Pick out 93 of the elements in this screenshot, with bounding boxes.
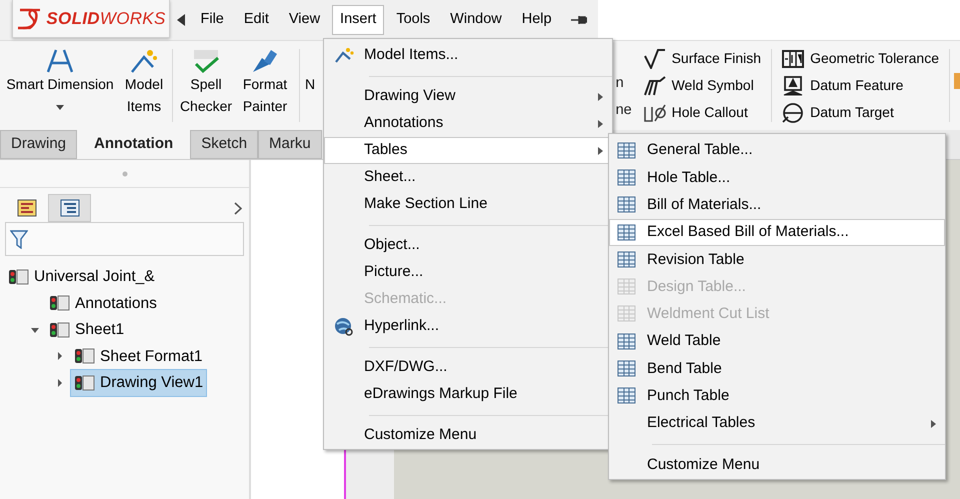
table-icon bbox=[617, 277, 637, 298]
pin-icon bbox=[570, 15, 587, 25]
menu-item[interactable]: Picture... bbox=[324, 259, 612, 286]
table-icon bbox=[617, 386, 637, 406]
menu-item[interactable]: Excel Based Bill of Materials... bbox=[609, 218, 945, 246]
menu-item[interactable]: Sheet... bbox=[324, 164, 612, 191]
property-list-icon bbox=[60, 199, 80, 217]
submenu-arrow-icon bbox=[598, 120, 603, 128]
document-icon bbox=[49, 320, 70, 340]
annotation-icon bbox=[644, 76, 666, 96]
menu-item[interactable]: Window bbox=[442, 5, 510, 35]
menu-item[interactable]: Tools bbox=[388, 5, 438, 35]
tool-icon bbox=[131, 49, 157, 73]
menu-item[interactable]: Insert bbox=[332, 5, 384, 35]
feature-tree-icon bbox=[16, 199, 36, 217]
annotation-icon bbox=[782, 48, 804, 68]
annotation-icon bbox=[644, 102, 666, 122]
menu-item[interactable]: Drawing View bbox=[324, 83, 612, 110]
ribbon-button[interactable]: Hole Callout bbox=[644, 102, 762, 123]
annotation-icon bbox=[782, 102, 804, 122]
tool-icon bbox=[252, 49, 278, 73]
menu-item[interactable]: Customize Menu bbox=[609, 451, 945, 479]
table-icon bbox=[617, 168, 637, 188]
menu-item[interactable]: Electrical Tables bbox=[609, 410, 945, 438]
submenu-arrow-icon bbox=[598, 92, 603, 100]
document-icon bbox=[8, 266, 29, 287]
tab[interactable]: Annotation bbox=[77, 130, 190, 159]
submenu-arrow-icon bbox=[931, 420, 936, 428]
menu-item[interactable]: Punch Table bbox=[609, 382, 945, 410]
menu-item[interactable]: Bend Table bbox=[609, 355, 945, 383]
table-icon bbox=[617, 140, 637, 161]
menu-item[interactable]: Customize Menu bbox=[324, 422, 612, 449]
caret-icon bbox=[56, 105, 64, 110]
menu-item[interactable]: Annotations bbox=[324, 110, 612, 137]
tree-item[interactable]: Sheet1 bbox=[45, 316, 128, 344]
table-icon bbox=[617, 359, 637, 380]
tab[interactable]: Sketch bbox=[190, 130, 258, 159]
menu-item[interactable]: Edit bbox=[236, 5, 277, 35]
ribbon-button[interactable]: Datum Target bbox=[782, 102, 939, 123]
partial-label: n bbox=[616, 74, 624, 92]
dimension-icon bbox=[334, 46, 354, 66]
filter-field[interactable] bbox=[5, 222, 244, 256]
table-icon bbox=[617, 250, 637, 270]
menu-item[interactable]: Hole Table... bbox=[609, 164, 945, 192]
ribbon-button[interactable]: Model Items bbox=[120, 41, 168, 130]
menu-item[interactable]: Model Items... bbox=[324, 42, 612, 69]
menu-item[interactable]: View bbox=[280, 5, 328, 35]
annotation-icon bbox=[782, 76, 804, 96]
menu-item[interactable]: Weld Table bbox=[609, 328, 945, 356]
menu-item[interactable]: Object... bbox=[324, 232, 612, 259]
tree-item[interactable]: Universal Joint_& bbox=[4, 263, 159, 290]
menu-item[interactable]: Revision Table bbox=[609, 246, 945, 274]
ribbon-button[interactable]: N bbox=[304, 41, 316, 130]
tool-icon bbox=[47, 49, 73, 73]
table-icon bbox=[617, 222, 637, 243]
ribbon-button[interactable]: Surface Finish bbox=[644, 48, 762, 69]
submenu-arrow-icon bbox=[598, 146, 603, 154]
document-icon bbox=[49, 293, 70, 314]
menu-item[interactable]: Bill of Materials... bbox=[609, 192, 945, 219]
ribbon-button[interactable]: Format Painter bbox=[235, 41, 295, 130]
globe-icon bbox=[334, 316, 354, 336]
table-icon bbox=[617, 304, 637, 324]
menu-item[interactable]: Help bbox=[514, 5, 560, 35]
filter-icon bbox=[10, 229, 28, 249]
tool-icon bbox=[954, 71, 960, 91]
logo-text: SOLIDWORKS bbox=[46, 8, 166, 30]
grip-icon bbox=[122, 170, 128, 176]
tab[interactable]: Drawing bbox=[0, 130, 78, 159]
ribbon-button[interactable]: Spell Checker bbox=[177, 41, 235, 130]
menu-item[interactable]: Make Section Line bbox=[324, 191, 612, 218]
document-icon bbox=[74, 346, 95, 366]
menu-item[interactable]: General Table... bbox=[609, 137, 945, 164]
table-icon bbox=[617, 332, 637, 352]
menu-item[interactable]: File bbox=[192, 5, 232, 35]
menu-item[interactable]: DXF/DWG... bbox=[324, 354, 612, 381]
tree-item[interactable]: Annotations bbox=[45, 290, 161, 317]
tree-item[interactable]: Sheet Format1 bbox=[70, 342, 207, 370]
ribbon-button[interactable]: Smart Dimension bbox=[0, 41, 120, 130]
left-arrow-icon bbox=[177, 14, 186, 26]
chevron-right-icon bbox=[234, 202, 242, 215]
partial-label: ne bbox=[616, 101, 632, 120]
menu-item[interactable]: eDrawings Markup File bbox=[324, 381, 612, 408]
ribbon-button[interactable]: Geometric Tolerance bbox=[782, 48, 939, 69]
table-icon bbox=[617, 195, 637, 216]
tab[interactable]: Marku bbox=[258, 130, 322, 159]
document-icon bbox=[74, 372, 95, 393]
annotation-icon bbox=[644, 48, 666, 68]
panel-tab[interactable] bbox=[48, 194, 91, 222]
tree-item[interactable]: Drawing View1 bbox=[70, 369, 208, 396]
ribbon-button[interactable]: Weld Symbol bbox=[644, 75, 762, 96]
logo-mark-icon bbox=[16, 6, 42, 30]
tool-icon bbox=[193, 49, 219, 73]
ribbon-button[interactable]: Datum Feature bbox=[782, 75, 939, 96]
